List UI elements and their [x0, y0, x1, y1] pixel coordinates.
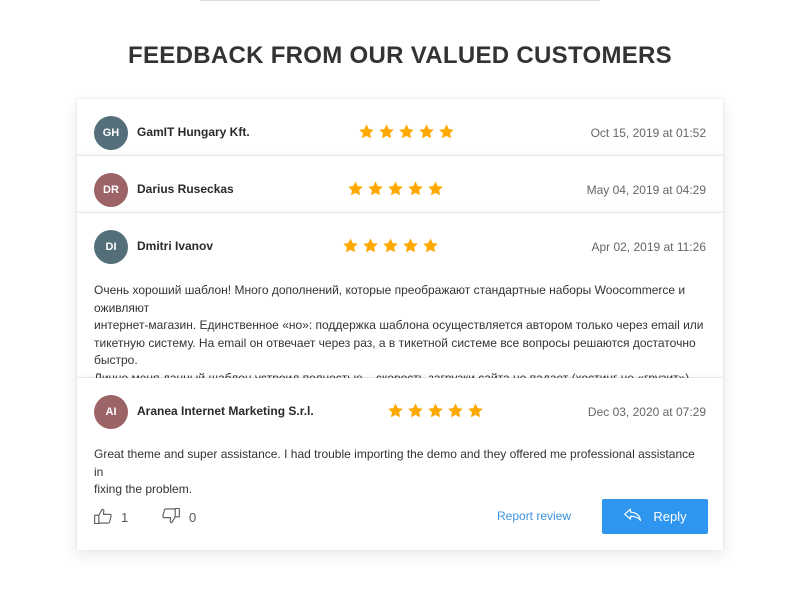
- star-filled-icon: [343, 238, 358, 253]
- thumbs-down-icon: [161, 506, 181, 529]
- review-item[interactable]: DI Dmitri Ivanov Apr 02, 2019 at 11:26 О…: [77, 213, 723, 420]
- review-date: Oct 15, 2019 at 01:52: [590, 126, 706, 140]
- review-text-line: интернет-магазин. Единственное «но»: под…: [94, 318, 704, 332]
- avatar: DI: [94, 230, 128, 264]
- reply-label: Reply: [653, 509, 687, 524]
- reply-button[interactable]: Reply: [602, 499, 708, 534]
- star-rating: [347, 180, 444, 197]
- review-item[interactable]: DR Darius Ruseckas May 04, 2019 at 04:29: [77, 156, 723, 213]
- reply-arrow-icon: [623, 507, 643, 526]
- star-filled-icon: [379, 124, 394, 139]
- star-filled-icon: [439, 124, 454, 139]
- star-filled-icon: [419, 124, 434, 139]
- star-filled-icon: [348, 181, 363, 196]
- like-count: 1: [121, 510, 129, 525]
- dislike-count: 0: [189, 510, 197, 525]
- review-date: Apr 02, 2019 at 11:26: [591, 240, 706, 254]
- section-title: FEEDBACK FROM OUR VALUED CUSTOMERS: [128, 42, 672, 69]
- reviews-card: GH GamIT Hungary Kft. Oct 15, 2019 at 01…: [76, 98, 724, 550]
- review-text: Great theme and super assistance. I had …: [94, 446, 704, 499]
- star-filled-icon: [368, 181, 383, 196]
- star-filled-icon: [448, 403, 463, 418]
- avatar: DR: [94, 173, 128, 207]
- reviewer-name: GamIT Hungary Kft.: [137, 125, 250, 139]
- star-filled-icon: [428, 181, 443, 196]
- reviewer-name: Aranea Internet Marketing S.r.l.: [137, 404, 314, 418]
- star-filled-icon: [363, 238, 378, 253]
- review-date: May 04, 2019 at 04:29: [586, 183, 706, 197]
- review-item[interactable]: GH GamIT Hungary Kft. Oct 15, 2019 at 01…: [77, 99, 723, 156]
- reviewer-name: Dmitri Ivanov: [137, 239, 214, 253]
- star-filled-icon: [408, 181, 423, 196]
- star-filled-icon: [388, 181, 403, 196]
- avatar: AI: [94, 395, 128, 429]
- review-actions: 1 0 Report review Reply: [77, 492, 723, 542]
- star-filled-icon: [399, 124, 414, 139]
- star-filled-icon: [468, 403, 483, 418]
- star-filled-icon: [423, 238, 438, 253]
- like-button[interactable]: 1: [93, 506, 128, 529]
- star-filled-icon: [408, 403, 423, 418]
- review-text-line: Очень хороший шаблон! Много дополнений, …: [94, 283, 686, 315]
- dislike-button[interactable]: 0: [161, 506, 196, 529]
- star-rating: [358, 123, 455, 140]
- thumbs-up-icon: [93, 506, 113, 529]
- review-header: AI Aranea Internet Marketing S.r.l. Dec …: [77, 378, 723, 435]
- top-divider: [200, 0, 600, 1]
- review-header: DI Dmitri Ivanov Apr 02, 2019 at 11:26: [77, 213, 723, 270]
- report-review-link[interactable]: Report review: [497, 509, 571, 523]
- avatar: GH: [94, 116, 128, 150]
- star-filled-icon: [359, 124, 374, 139]
- star-filled-icon: [403, 238, 418, 253]
- review-text-line: Great theme and super assistance. I had …: [94, 447, 695, 479]
- star-rating: [387, 402, 484, 419]
- reviewer-name: Darius Ruseckas: [137, 182, 234, 196]
- review-date: Dec 03, 2020 at 07:29: [587, 405, 706, 419]
- review-header: GH GamIT Hungary Kft. Oct 15, 2019 at 01…: [77, 99, 723, 156]
- star-filled-icon: [388, 403, 403, 418]
- star-rating: [342, 237, 439, 254]
- star-filled-icon: [383, 238, 398, 253]
- star-filled-icon: [428, 403, 443, 418]
- review-header: DR Darius Ruseckas May 04, 2019 at 04:29: [77, 156, 723, 213]
- review-text-line: тикетную систему. На email он отвечает ч…: [94, 335, 696, 368]
